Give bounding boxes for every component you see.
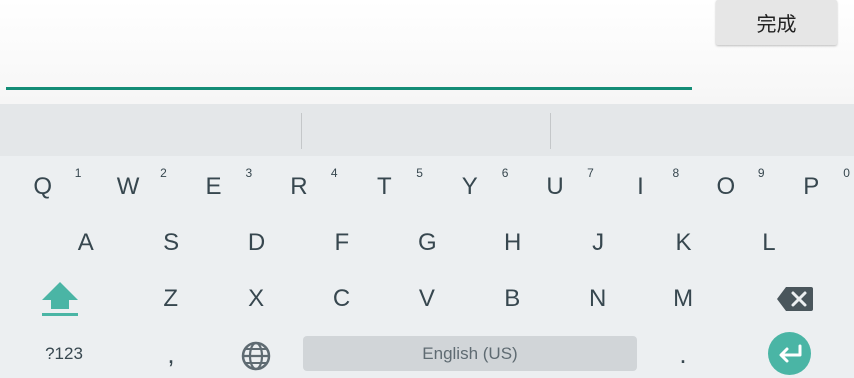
language-key[interactable] — [236, 336, 276, 376]
key-label: C — [332, 285, 351, 312]
key-label: W — [116, 173, 140, 200]
key-label: H — [504, 229, 522, 256]
key-b[interactable]: B — [470, 272, 555, 326]
soft-keyboard: Q1W2E3R4T5Y6U7I8O9P0 ASDFGHJKL ZXCVBNM ?… — [0, 104, 854, 378]
key-label: D — [247, 229, 266, 256]
suggestion-strip — [0, 104, 854, 156]
comma-key[interactable]: , — [150, 332, 192, 376]
key-s[interactable]: S — [128, 216, 213, 270]
text-input[interactable] — [6, 30, 692, 90]
key-q[interactable]: Q1 — [0, 160, 85, 214]
key-r[interactable]: R4 — [256, 160, 341, 214]
key-w[interactable]: W2 — [85, 160, 170, 214]
backspace-icon — [777, 287, 813, 311]
key-label: R — [290, 173, 308, 200]
key-h[interactable]: H — [470, 216, 555, 270]
key-label: X — [248, 285, 265, 312]
key-u[interactable]: U7 — [512, 160, 597, 214]
period-key[interactable]: . — [662, 332, 704, 376]
key-hint: 0 — [843, 166, 850, 180]
done-button[interactable]: 完成 — [716, 0, 837, 45]
key-m[interactable]: M — [640, 272, 725, 326]
key-d[interactable]: D — [214, 216, 299, 270]
key-label: O — [716, 173, 736, 200]
key-hint: 3 — [245, 166, 253, 180]
key-label: F — [334, 229, 350, 256]
key-v[interactable]: V — [384, 272, 469, 326]
key-label: Q — [33, 173, 53, 200]
key-label: G — [417, 229, 437, 256]
key-i[interactable]: I8 — [598, 160, 683, 214]
key-hint: 9 — [757, 166, 765, 180]
key-hint: 2 — [160, 166, 167, 180]
key-c[interactable]: C — [299, 272, 384, 326]
delete-key[interactable] — [760, 272, 830, 326]
suggestion-center[interactable] — [302, 104, 586, 156]
enter-key[interactable] — [768, 332, 811, 375]
shift-key[interactable] — [20, 272, 100, 326]
key-f[interactable]: F — [299, 216, 384, 270]
key-label: A — [77, 229, 94, 256]
enter-return-icon — [779, 344, 801, 362]
key-hint: 6 — [501, 166, 509, 180]
key-g[interactable]: G — [385, 216, 470, 270]
key-n[interactable]: N — [555, 272, 640, 326]
key-p[interactable]: P0 — [769, 160, 854, 214]
key-z[interactable]: Z — [128, 272, 213, 326]
key-label: V — [418, 285, 435, 312]
key-a[interactable]: A — [43, 216, 128, 270]
key-l[interactable]: L — [726, 216, 811, 270]
suggestion-left[interactable] — [0, 104, 284, 156]
key-label: I — [637, 173, 644, 200]
key-label: M — [673, 285, 694, 312]
key-o[interactable]: O9 — [683, 160, 768, 214]
key-t[interactable]: T5 — [342, 160, 427, 214]
key-k[interactable]: K — [641, 216, 726, 270]
key-e[interactable]: E3 — [171, 160, 256, 214]
key-label: J — [592, 229, 605, 256]
key-hint: 5 — [416, 166, 423, 180]
key-x[interactable]: X — [213, 272, 298, 326]
space-bar[interactable]: English (US) — [303, 336, 637, 371]
shift-arrow-icon — [42, 282, 78, 316]
key-label: E — [205, 173, 222, 200]
input-area: 完成 — [0, 0, 854, 104]
key-hint: 7 — [587, 166, 594, 180]
symbols-key[interactable]: ?123 — [24, 336, 104, 372]
key-hint: 4 — [330, 166, 338, 180]
globe-icon — [241, 341, 271, 371]
suggestion-right[interactable] — [551, 104, 854, 156]
key-label: P — [803, 173, 820, 200]
key-label: Z — [163, 285, 179, 312]
key-label: T — [376, 173, 392, 200]
key-label: L — [762, 229, 776, 256]
key-label: K — [675, 229, 692, 256]
key-label: U — [546, 173, 564, 200]
key-y[interactable]: Y6 — [427, 160, 512, 214]
key-j[interactable]: J — [555, 216, 640, 270]
key-label: N — [589, 285, 607, 312]
key-hint: 8 — [672, 166, 680, 180]
key-label: S — [163, 229, 180, 256]
key-hint: 1 — [74, 166, 82, 180]
key-label: Y — [461, 173, 478, 200]
key-label: B — [504, 285, 521, 312]
